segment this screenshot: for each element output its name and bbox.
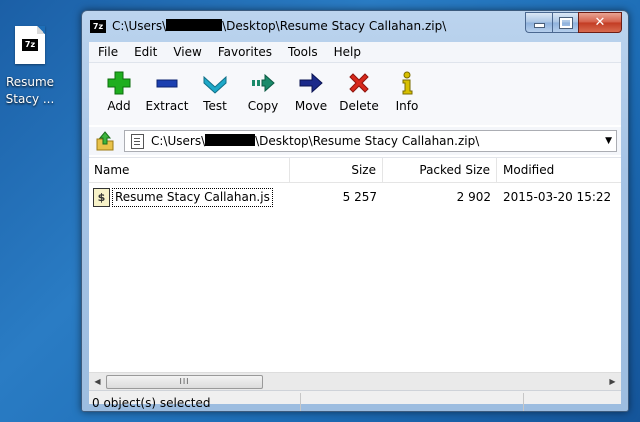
- file-name[interactable]: Resume Stacy Callahan.js: [112, 187, 273, 207]
- menu-help[interactable]: Help: [325, 42, 368, 62]
- desktop-icon-label: Resume Stacy ...: [5, 75, 55, 106]
- menu-tools[interactable]: Tools: [279, 42, 325, 62]
- dropdown-arrow-icon[interactable]: ▼: [605, 131, 612, 151]
- column-name[interactable]: Name: [89, 158, 290, 182]
- status-divider: [300, 393, 301, 411]
- address-path: C:\Users\ \Desktop\Resume Stacy Callahan.…: [151, 134, 480, 148]
- maximize-button[interactable]: [552, 12, 578, 33]
- cell-modified: 2015-03-20 15:22: [503, 190, 612, 204]
- redacted-block: [205, 134, 256, 146]
- copy-label: Copy: [247, 99, 279, 113]
- close-button[interactable]: ✕: [578, 12, 622, 33]
- document-icon: [131, 134, 144, 149]
- file-list: Name Size Packed Size Modified $ Resume …: [89, 157, 621, 373]
- menu-file[interactable]: File: [89, 42, 125, 62]
- cell-name: $ Resume Stacy Callahan.js: [89, 186, 290, 208]
- title-bar[interactable]: 7z C:\Users\ \Desktop\Resume Stacy Callah…: [82, 11, 628, 42]
- address-row: C:\Users\ \Desktop\Resume Stacy Callahan.…: [89, 127, 621, 155]
- archive-file-icon: 7z: [15, 26, 45, 64]
- minimize-button[interactable]: [525, 12, 552, 33]
- list-header: Name Size Packed Size Modified: [89, 158, 621, 183]
- menu-edit[interactable]: Edit: [125, 42, 164, 62]
- move-button[interactable]: Move: [287, 63, 335, 125]
- move-arrow-icon: [299, 72, 323, 94]
- copy-button[interactable]: Copy: [239, 63, 287, 125]
- menu-bar: File Edit View Favorites Tools Help: [89, 42, 621, 63]
- scroll-right-icon[interactable]: ▶: [604, 373, 621, 390]
- add-label: Add: [107, 99, 131, 113]
- desktop-file-icon[interactable]: 7z Resume Stacy ...: [4, 26, 56, 108]
- table-row[interactable]: $ Resume Stacy Callahan.js 5 257 2 902 2…: [89, 186, 621, 208]
- add-button[interactable]: Add: [95, 63, 143, 125]
- test-button[interactable]: Test: [191, 63, 239, 125]
- column-packed-size[interactable]: Packed Size: [383, 158, 497, 182]
- redacted-block: [166, 19, 223, 31]
- copy-arrow-icon: [252, 73, 275, 93]
- delete-button[interactable]: Delete: [335, 63, 383, 125]
- up-folder-button[interactable]: [95, 131, 115, 151]
- move-label: Move: [294, 99, 328, 113]
- column-size[interactable]: Size: [290, 158, 383, 182]
- folder-up-icon: [96, 131, 114, 151]
- extract-button[interactable]: Extract: [143, 63, 191, 125]
- info-label: Info: [395, 99, 419, 113]
- window-title: C:\Users\ \Desktop\Resume Stacy Callahan.…: [112, 19, 447, 33]
- minimize-icon: [533, 23, 545, 28]
- test-label: Test: [203, 99, 227, 113]
- cell-packed-size: 2 902: [456, 190, 491, 204]
- scroll-thumb[interactable]: III: [106, 375, 263, 389]
- check-chevron-icon: [203, 75, 227, 94]
- window-client: File Edit View Favorites Tools Help Add …: [89, 42, 621, 411]
- status-divider: [523, 393, 524, 411]
- info-button[interactable]: Info: [383, 63, 431, 125]
- 7z-badge: 7z: [22, 39, 38, 51]
- delete-label: Delete: [339, 99, 379, 113]
- column-modified[interactable]: Modified: [497, 158, 621, 182]
- horizontal-scrollbar[interactable]: ◀ III ▶: [89, 372, 621, 390]
- 7zip-window: 7z C:\Users\ \Desktop\Resume Stacy Callah…: [81, 10, 629, 412]
- script-file-icon: $: [93, 187, 110, 207]
- minus-icon: [156, 79, 178, 88]
- close-icon: ✕: [594, 15, 606, 30]
- address-bar[interactable]: C:\Users\ \Desktop\Resume Stacy Callahan.…: [124, 130, 617, 152]
- extract-label: Extract: [145, 99, 189, 113]
- scroll-left-icon[interactable]: ◀: [89, 373, 106, 390]
- plus-icon: [107, 71, 131, 95]
- menu-view[interactable]: View: [164, 42, 208, 62]
- toolbar: Add Extract Test Copy Move Delete Info: [89, 63, 621, 125]
- selection-status: 0 object(s) selected: [92, 396, 211, 410]
- window-controls: ✕: [525, 12, 622, 33]
- menu-favorites[interactable]: Favorites: [209, 42, 279, 62]
- delete-x-icon: [349, 73, 369, 93]
- maximize-icon: [558, 16, 573, 29]
- app-icon[interactable]: 7z: [90, 20, 106, 33]
- info-icon: [402, 71, 413, 95]
- cell-size: 5 257: [342, 190, 377, 204]
- status-bar: 0 object(s) selected: [89, 390, 621, 411]
